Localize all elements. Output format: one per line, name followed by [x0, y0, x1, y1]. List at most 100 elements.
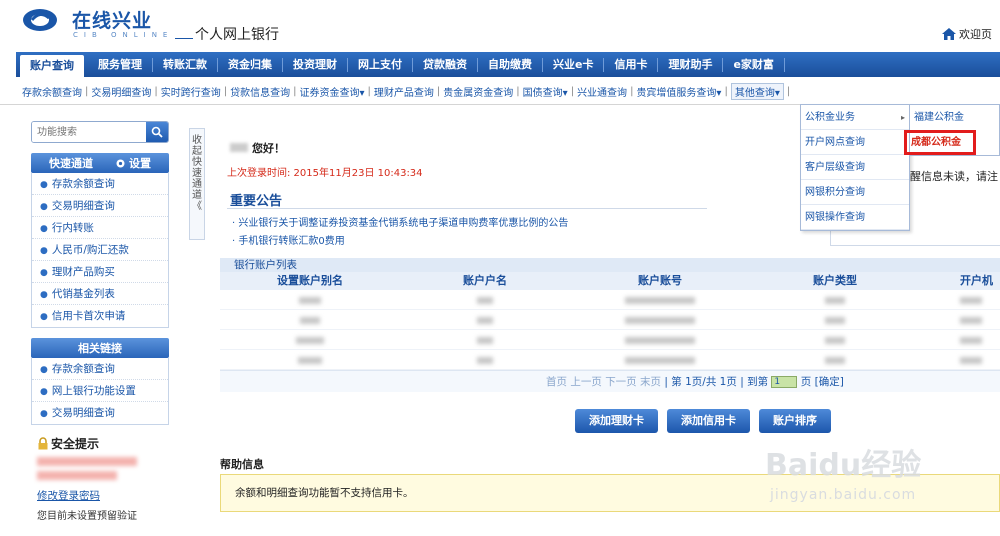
subnav-precious-metals[interactable]: 贵金属资金查询	[443, 84, 513, 99]
settings-label: 设置	[129, 157, 151, 170]
quick-item[interactable]: ● 理财产品购买	[32, 261, 168, 283]
reminder-text[interactable]: 醒信息未读，请注	[910, 168, 998, 184]
nav-credit-card[interactable]: 信用卡	[604, 57, 659, 72]
column-header: 账户账号	[638, 274, 682, 287]
quick-settings-button[interactable]: 设置	[115, 155, 151, 171]
quick-item[interactable]: ● 人民币/购汇还款	[32, 239, 168, 261]
add-credit-card-button[interactable]: 添加信用卡	[667, 409, 750, 433]
next-page-link[interactable]: 下一页	[605, 376, 637, 388]
table-row[interactable]	[220, 310, 1000, 330]
quick-access-header: 快速通道 设置	[31, 153, 169, 173]
baidu-watermark-url: jingyan.baidu.com	[770, 487, 917, 503]
main-nav: 账户查询 服务管理 转账汇款 资金归集 投资理财 网上支付 贷款融资 自助缴费 …	[16, 52, 1000, 77]
account-table-header: 设置账户别名 账户户名 账户账号 账户类型 开户机	[220, 272, 1000, 290]
table-row[interactable]	[220, 350, 1000, 370]
menu-provident-fund[interactable]: 公积金业务 ▸	[801, 105, 909, 130]
prev-page-link[interactable]: 上一页	[570, 376, 602, 388]
collapse-quick-access[interactable]: 收起快速通道《	[189, 128, 205, 240]
quick-item[interactable]: ● 行内转账	[32, 217, 168, 239]
related-link-label: 交易明细查询	[51, 407, 115, 419]
search-button[interactable]	[146, 122, 168, 142]
welcome-label: 欢迎页	[959, 28, 992, 41]
quick-item[interactable]: ● 代销基金列表	[32, 283, 168, 305]
page-info: 第 1页/共 1页	[671, 376, 737, 388]
related-link[interactable]: ● 网上银行功能设置	[32, 380, 168, 402]
greeting: 您好！	[230, 140, 285, 156]
bullet-icon: ●	[40, 180, 48, 190]
related-link-label: 存款余额查询	[51, 363, 115, 375]
pagination: 首页 上一页 下一页 末页 | 第 1页/共 1页 | 到第 1 页 [确定]	[220, 370, 1000, 392]
confirm-page-button[interactable]: [确定]	[815, 376, 844, 388]
subnav-separator: |	[85, 86, 89, 97]
subnav-securities[interactable]: 证券资金查询▾	[300, 84, 365, 99]
redacted-text	[37, 471, 117, 480]
nav-finance-assistant[interactable]: 理财助手	[658, 57, 724, 72]
table-row[interactable]	[220, 290, 1000, 310]
nav-online-pay[interactable]: 网上支付	[348, 57, 413, 72]
nav-ecard[interactable]: 兴业e卡	[543, 57, 605, 72]
home-icon	[942, 28, 956, 40]
page-unit-label: 页	[800, 376, 812, 388]
quick-item[interactable]: ● 信用卡首次申请	[32, 305, 168, 327]
subnav-realtime-interbank[interactable]: 实时跨行查询	[161, 84, 221, 99]
menu-branch-query[interactable]: 开户网点查询	[801, 130, 909, 155]
function-search-input[interactable]	[32, 122, 146, 142]
security-note: 您目前未设置预留验证	[37, 511, 137, 522]
subnav-transaction-detail[interactable]: 交易明细查询	[91, 84, 151, 99]
bullet-icon: ●	[40, 246, 48, 256]
quick-item[interactable]: ● 交易明细查询	[32, 195, 168, 217]
welcome-link[interactable]: 欢迎页	[942, 26, 992, 42]
notice-item[interactable]: · 手机银行转账汇款0费用	[232, 232, 345, 247]
column-header: 账户户名	[463, 274, 507, 287]
column-header: 设置账户别名	[277, 274, 343, 287]
last-login-time: 上次登录时间: 2015年11月23日 10:43:34	[227, 168, 423, 179]
menu-provident-fund-label: 公积金业务	[805, 112, 855, 123]
column-header: 开户机	[960, 274, 993, 287]
subnav-wealth-products[interactable]: 理财产品查询	[374, 84, 434, 99]
nav-family-wealth[interactable]: e家财富	[723, 57, 785, 72]
quick-access-list: ● 存款余额查询 ● 交易明细查询 ● 行内转账 ● 人民币/购汇还款 ● 理财产品购买 …	[31, 173, 169, 328]
subnav-treasury-bonds[interactable]: 国债查询▾	[523, 84, 568, 99]
action-buttons: 添加理财卡 添加信用卡 账户排序	[575, 409, 831, 433]
help-title: 帮助信息	[220, 458, 264, 471]
menu-points-query[interactable]: 网银积分查询	[801, 180, 909, 205]
account-list: 银行账户列表 设置账户别名 账户户名 账户账号 账户类型 开户机 首页 上一页 …	[220, 258, 1000, 392]
other-query-dropdown: 公积金业务 ▸ 开户网点查询 客户层级查询 网银积分查询 网银操作查询	[800, 104, 910, 231]
menu-customer-level[interactable]: 客户层级查询	[801, 155, 909, 180]
related-link[interactable]: ● 存款余额查询	[32, 358, 168, 380]
last-page-link[interactable]: 末页	[640, 376, 661, 388]
nav-loan[interactable]: 贷款融资	[413, 57, 478, 72]
quick-item[interactable]: ● 存款余额查询	[32, 173, 168, 195]
subnav-other-query[interactable]: 其他查询▾	[730, 83, 784, 100]
subnav-xingyetong[interactable]: 兴业通查询	[577, 84, 627, 99]
menu-fujian-fund[interactable]: 福建公积金	[910, 105, 999, 130]
subnav-vip-services[interactable]: 贵宾增值服务查询▾	[636, 84, 721, 99]
page-number-input[interactable]: 1	[771, 376, 798, 388]
bullet-icon: ●	[40, 387, 48, 397]
add-wealth-card-button[interactable]: 添加理财卡	[575, 409, 658, 433]
sidebar: 快速通道 设置 ●存款余额查询 ●交易明细查询 ●行内转账 ●人民币/购汇还款 …	[31, 121, 169, 522]
nav-account-query[interactable]: 账户查询	[20, 55, 84, 77]
nav-investment[interactable]: 投资理财	[283, 57, 348, 72]
sort-accounts-button[interactable]: 账户排序	[759, 409, 831, 433]
subnav-loan-info[interactable]: 贷款信息查询	[230, 84, 290, 99]
subnav-separator: |	[570, 86, 575, 97]
notice-item[interactable]: · 兴业银行关于调整证券投资基金代销系统电子渠道申购费率优惠比例的公告	[232, 214, 568, 229]
subnav-deposit-balance[interactable]: 存款余额查询	[22, 84, 82, 99]
nav-service[interactable]: 服务管理	[88, 57, 153, 72]
table-row[interactable]	[220, 330, 1000, 350]
bullet-icon: ●	[40, 409, 48, 419]
nav-transfer[interactable]: 转账汇款	[153, 57, 218, 72]
change-password-link[interactable]: 修改登录密码	[37, 488, 169, 503]
nav-self-pay[interactable]: 自助缴费	[478, 57, 543, 72]
quick-item-label: 信用卡首次申请	[51, 310, 126, 322]
menu-chengdu-fund[interactable]: 成都公积金	[904, 130, 976, 155]
related-link[interactable]: ● 交易明细查询	[32, 402, 168, 424]
pager-separator: |	[740, 376, 744, 388]
cib-logo-icon[interactable]	[22, 8, 58, 32]
first-page-link[interactable]: 首页	[546, 376, 567, 388]
bullet-icon: ●	[40, 312, 48, 322]
goto-label: 到第	[747, 376, 769, 388]
menu-operation-query[interactable]: 网银操作查询	[801, 205, 909, 230]
nav-fund-pool[interactable]: 资金归集	[218, 57, 283, 72]
